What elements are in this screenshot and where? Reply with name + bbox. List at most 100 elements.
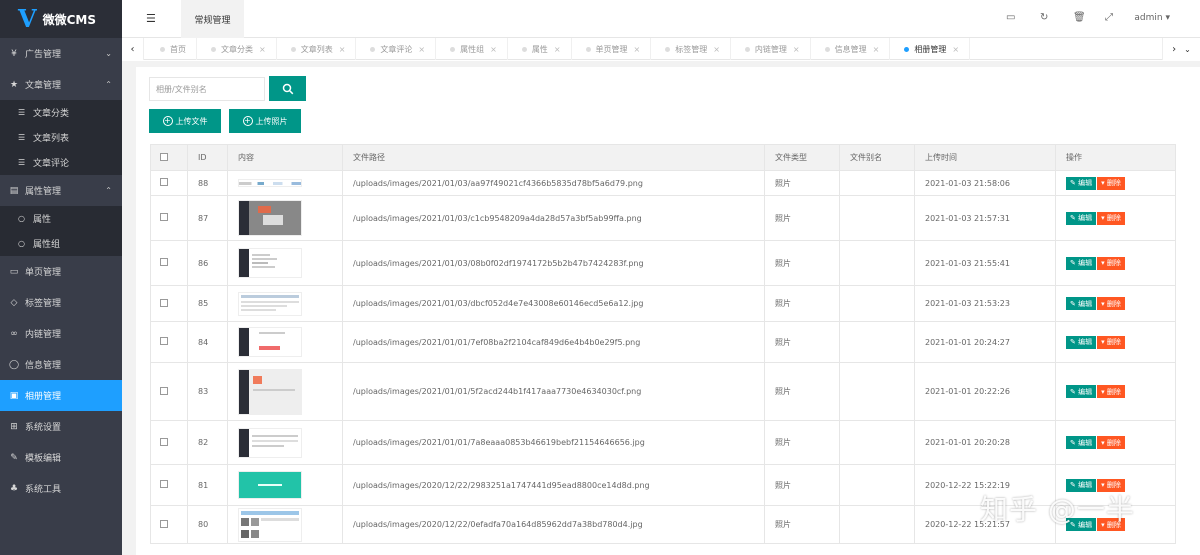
- logo[interactable]: V 微微CMS: [0, 0, 122, 38]
- close-icon[interactable]: ×: [634, 45, 641, 54]
- close-icon[interactable]: ×: [259, 45, 266, 54]
- table-row[interactable]: 85/uploads/images/2021/01/03/dbcf052d4e7…: [150, 285, 1176, 322]
- edit-button[interactable]: ✎ 编辑: [1066, 436, 1097, 449]
- edit-button[interactable]: ✎ 编辑: [1066, 256, 1097, 270]
- tab-attribute-group[interactable]: 属性组 ×: [436, 38, 508, 60]
- checkbox[interactable]: [160, 386, 168, 395]
- delete-button[interactable]: ▾ 删除: [1097, 385, 1125, 398]
- tab-home[interactable]: 首页: [146, 38, 197, 60]
- edit-button[interactable]: ✎ 编辑: [1066, 211, 1097, 225]
- select-all-checkbox[interactable]: [150, 144, 188, 171]
- trash-icon[interactable]: 🗑: [1073, 12, 1086, 23]
- table-row[interactable]: 86/uploads/images/2021/01/03/08b0f02df19…: [150, 240, 1176, 286]
- close-icon[interactable]: ×: [490, 45, 497, 54]
- row-checkbox-cell[interactable]: [150, 464, 188, 506]
- thumbnail-image[interactable]: [238, 200, 302, 236]
- sidebar-item-links[interactable]: ∞ 内链管理: [0, 318, 122, 349]
- checkbox[interactable]: [160, 152, 168, 161]
- sidebar-item-templates[interactable]: ✎ 模板编辑: [0, 442, 122, 473]
- tab-attribute[interactable]: 属性 ×: [508, 38, 572, 60]
- refresh-icon[interactable]: ↻: [1040, 12, 1048, 23]
- row-checkbox-cell[interactable]: [150, 505, 188, 544]
- menu-toggle-icon[interactable]: ☰: [146, 12, 156, 25]
- tab-album[interactable]: 相册管理 ×: [890, 38, 971, 60]
- search-input[interactable]: 相册/文件别名: [149, 77, 265, 101]
- thumbnail-image[interactable]: [238, 327, 302, 357]
- sidebar-subitem-article-comments[interactable]: ☰ 文章评论: [0, 150, 122, 175]
- close-icon[interactable]: ×: [793, 45, 800, 54]
- sidebar-subitem-attribute[interactable]: ○ 属性: [0, 206, 122, 231]
- close-icon[interactable]: ×: [713, 45, 720, 54]
- sidebar-item-album[interactable]: ▣ 相册管理: [0, 380, 122, 411]
- thumbnail-image[interactable]: [238, 427, 302, 458]
- row-checkbox-cell[interactable]: [150, 195, 188, 241]
- checkbox[interactable]: [160, 258, 168, 266]
- delete-button[interactable]: ▾ 删除: [1097, 335, 1125, 349]
- row-checkbox-cell[interactable]: [150, 362, 188, 421]
- sidebar-subitem-article-list[interactable]: ☰ 文章列表: [0, 125, 122, 150]
- checkbox[interactable]: [160, 437, 168, 446]
- monitor-icon[interactable]: ▭: [1006, 12, 1015, 23]
- delete-button[interactable]: ▾ 删除: [1097, 176, 1125, 190]
- delete-button[interactable]: ▾ 删除: [1097, 436, 1125, 449]
- tab-prev-button[interactable]: ‹: [122, 38, 144, 60]
- checkbox[interactable]: [160, 298, 168, 307]
- edit-button[interactable]: ✎ 编辑: [1066, 335, 1097, 349]
- checkbox[interactable]: [160, 480, 168, 488]
- checkbox[interactable]: [160, 213, 168, 221]
- sidebar-subitem-article-category[interactable]: ☰ 文章分类: [0, 100, 122, 125]
- table-row[interactable]: 82/uploads/images/2021/01/01/7a8eaaa0853…: [150, 420, 1176, 465]
- edit-button[interactable]: ✎ 编辑: [1066, 385, 1097, 398]
- edit-button[interactable]: ✎ 编辑: [1066, 297, 1097, 310]
- checkbox[interactable]: [160, 337, 168, 345]
- sidebar-item-articles[interactable]: ★ 文章管理 ⌃: [0, 69, 122, 100]
- tab-article-list[interactable]: 文章列表 ×: [277, 38, 357, 60]
- sidebar-item-ads[interactable]: ¥ 广告管理 ⌄: [0, 38, 122, 69]
- thumbnail-image[interactable]: [238, 179, 302, 187]
- sidebar-item-attributes[interactable]: ▤ 属性管理 ⌃: [0, 175, 122, 206]
- upload-photo-button[interactable]: + 上传照片: [229, 109, 301, 133]
- tab-article-comments[interactable]: 文章评论 ×: [356, 38, 437, 60]
- row-checkbox-cell[interactable]: [150, 285, 188, 322]
- sidebar-item-settings[interactable]: ⊞ 系统设置: [0, 411, 122, 442]
- search-button[interactable]: [269, 76, 306, 101]
- delete-button[interactable]: ▾ 删除: [1097, 256, 1125, 270]
- tab-messages[interactable]: 信息管理 ×: [811, 38, 891, 60]
- close-icon[interactable]: ×: [554, 45, 561, 54]
- delete-button[interactable]: ▾ 删除: [1097, 297, 1125, 310]
- close-icon[interactable]: ×: [952, 45, 959, 54]
- fullscreen-icon[interactable]: ⤢: [1105, 12, 1113, 23]
- thumbnail-image[interactable]: [238, 507, 302, 542]
- close-icon[interactable]: ×: [339, 45, 346, 54]
- close-icon[interactable]: ×: [873, 45, 880, 54]
- table-row[interactable]: 84/uploads/images/2021/01/01/7ef08ba2f21…: [150, 321, 1176, 363]
- tab-article-category[interactable]: 文章分类 ×: [197, 38, 277, 60]
- thumbnail-image[interactable]: [238, 471, 302, 499]
- sidebar-item-messages[interactable]: ◯ 信息管理: [0, 349, 122, 380]
- table-row[interactable]: 88/uploads/images/2021/01/03/aa97f49021c…: [150, 170, 1176, 196]
- close-icon[interactable]: ×: [418, 45, 425, 54]
- checkbox[interactable]: [160, 519, 168, 528]
- row-checkbox-cell[interactable]: [150, 170, 188, 196]
- table-row[interactable]: 83/uploads/images/2021/01/01/5f2acd244b1…: [150, 362, 1176, 421]
- tab-next-button[interactable]: › ⌄: [1162, 38, 1200, 60]
- tab-tags[interactable]: 标签管理 ×: [651, 38, 731, 60]
- row-checkbox-cell[interactable]: [150, 240, 188, 286]
- sidebar-item-tools[interactable]: ♣ 系统工具: [0, 473, 122, 504]
- tab-links[interactable]: 内链管理 ×: [731, 38, 811, 60]
- chevron-down-icon[interactable]: ⌄: [1184, 45, 1191, 54]
- user-menu[interactable]: admin ▾: [1134, 13, 1170, 23]
- checkbox[interactable]: [160, 178, 168, 186]
- row-checkbox-cell[interactable]: [150, 321, 188, 363]
- upload-file-button[interactable]: + 上传文件: [149, 109, 221, 133]
- delete-button[interactable]: ▾ 删除: [1097, 211, 1125, 225]
- sidebar-item-pages[interactable]: ▭ 单页管理: [0, 256, 122, 287]
- sidebar-item-tags[interactable]: ◇ 标签管理: [0, 287, 122, 318]
- tab-pages[interactable]: 单页管理 ×: [572, 38, 652, 60]
- edit-button[interactable]: ✎ 编辑: [1066, 176, 1097, 190]
- sidebar-subitem-attribute-group[interactable]: ○ 属性组: [0, 231, 122, 256]
- thumbnail-image[interactable]: [238, 248, 302, 278]
- row-checkbox-cell[interactable]: [150, 420, 188, 465]
- table-row[interactable]: 87/uploads/images/2021/01/03/c1cb9548209…: [150, 195, 1176, 241]
- thumbnail-image[interactable]: [238, 291, 302, 316]
